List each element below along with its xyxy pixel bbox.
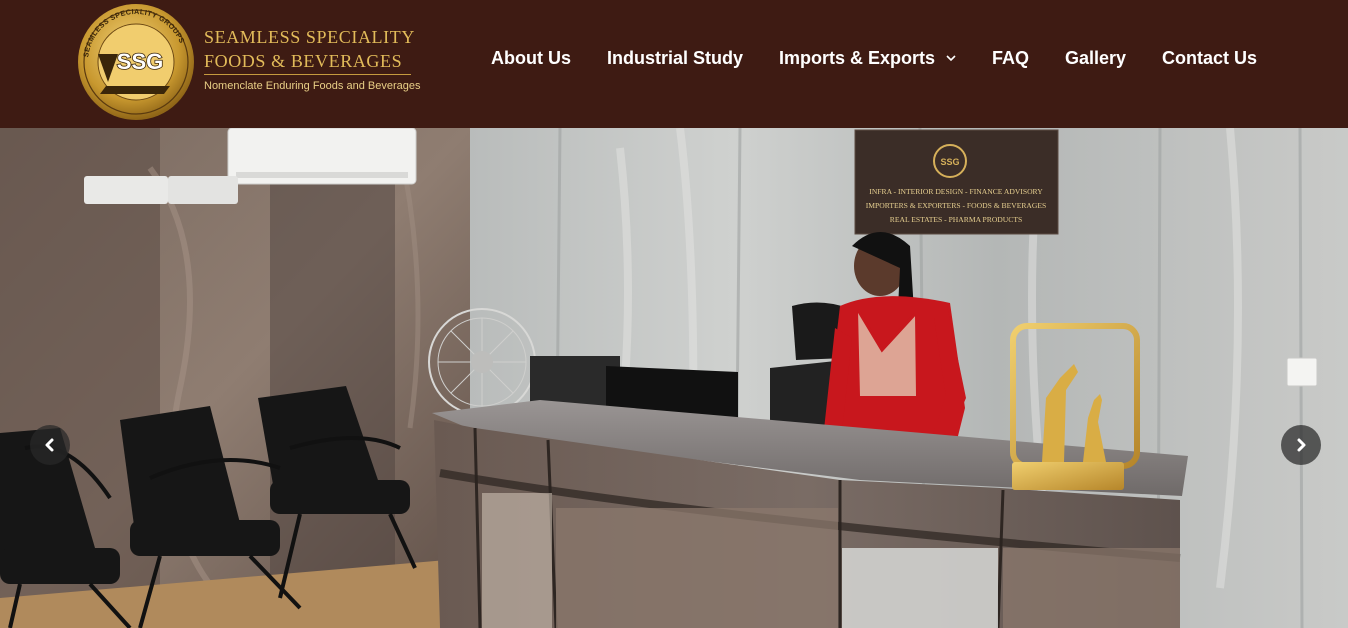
- chevron-down-icon[interactable]: [944, 51, 958, 65]
- reception-photo: SSG INFRA - INTERIOR DESIGN - FINANCE AD…: [0, 128, 1348, 628]
- hero-carousel: SSG INFRA - INTERIOR DESIGN - FINANCE AD…: [0, 128, 1348, 628]
- svg-text:SSG: SSG: [940, 157, 959, 167]
- chevron-left-icon: [45, 438, 54, 452]
- brand-tagline: Nomenclate Enduring Foods and Beverages: [204, 80, 421, 92]
- site-header: SEAMLESS SPECIALITY GROUPS SSG SEAMLESS …: [0, 0, 1348, 128]
- carousel-prev-button[interactable]: [30, 425, 70, 465]
- svg-text:REAL ESTATES - PHARMA PRODUCTS: REAL ESTATES - PHARMA PRODUCTS: [890, 215, 1022, 224]
- svg-text:INFRA - INTERIOR DESIGN - FINA: INFRA - INTERIOR DESIGN - FINANCE ADVISO…: [869, 187, 1043, 196]
- brand-logo[interactable]: SEAMLESS SPECIALITY GROUPS SSG SEAMLESS …: [76, 2, 421, 124]
- nav-imports-exports[interactable]: Imports & Exports: [779, 48, 935, 69]
- brand-name-line1: SEAMLESS SPECIALITY: [204, 27, 415, 47]
- brand-name-line2: FOODS & BEVERAGES: [204, 51, 403, 71]
- chevron-right-icon: [1297, 438, 1306, 452]
- nav-contact-us[interactable]: Contact Us: [1162, 48, 1257, 69]
- ssg-badge-logo: SEAMLESS SPECIALITY GROUPS SSG: [78, 4, 194, 120]
- svg-text:IMPORTERS & EXPORTERS - FOODS: IMPORTERS & EXPORTERS - FOODS & BEVERAGE…: [866, 201, 1047, 210]
- nav-industrial-study[interactable]: Industrial Study: [607, 48, 743, 69]
- svg-text:SSG: SSG: [117, 49, 163, 74]
- brand-divider: [204, 74, 411, 75]
- nav-faq[interactable]: FAQ: [992, 48, 1029, 69]
- carousel-next-button[interactable]: [1281, 425, 1321, 465]
- nav-about-us[interactable]: About Us: [491, 48, 571, 69]
- nav-gallery[interactable]: Gallery: [1065, 48, 1126, 69]
